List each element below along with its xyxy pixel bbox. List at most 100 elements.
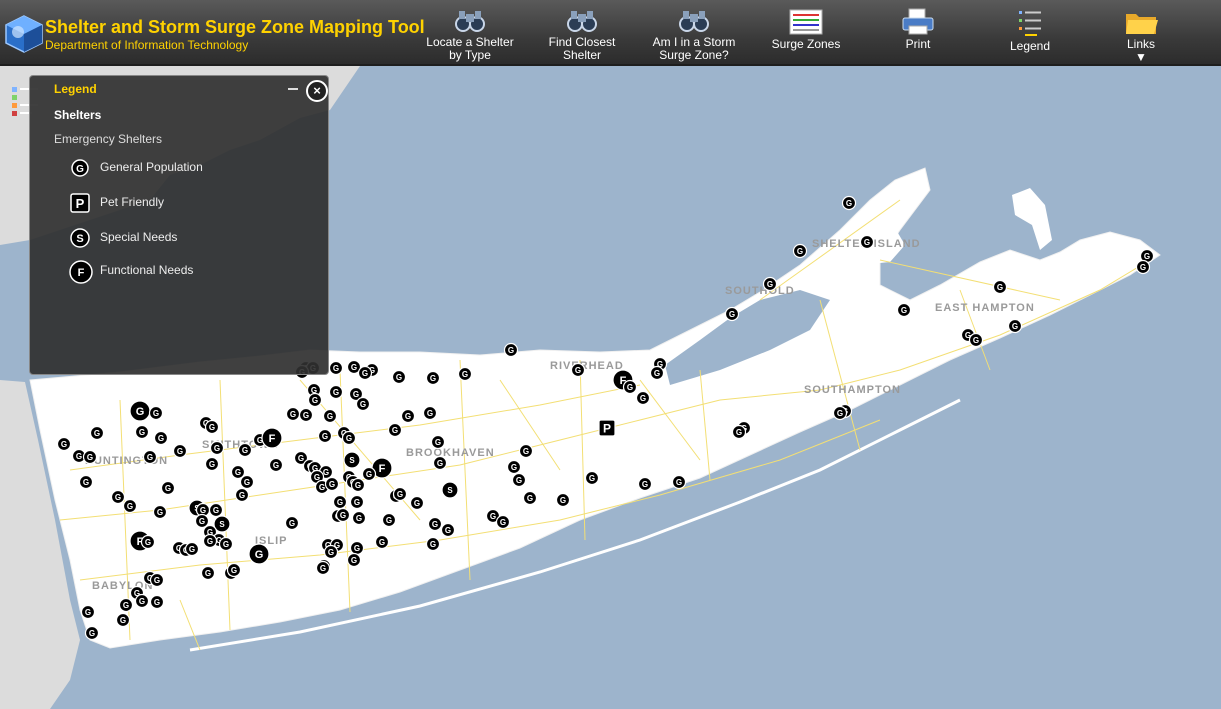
shelter-marker[interactable]: G: [341, 430, 357, 446]
shelter-marker[interactable]: G: [328, 360, 344, 376]
shelter-marker[interactable]: G: [209, 440, 225, 456]
links-dropdown-button[interactable]: Links ▼: [1106, 4, 1176, 64]
shelter-marker[interactable]: G: [425, 370, 441, 386]
locate-shelter-by-type-button[interactable]: Locate a Shelter by Type: [420, 4, 520, 62]
shelter-marker[interactable]: G: [202, 533, 218, 549]
shelter-marker[interactable]: G: [440, 522, 456, 538]
shelter-marker[interactable]: G: [841, 195, 857, 211]
shelter-marker[interactable]: G: [506, 459, 522, 475]
shelter-marker[interactable]: G: [284, 515, 300, 531]
shelter-marker[interactable]: G: [361, 466, 377, 482]
shelter-marker[interactable]: G: [381, 512, 397, 528]
shelter-marker[interactable]: G: [859, 234, 875, 250]
shelter-marker[interactable]: G: [351, 510, 367, 526]
shelter-marker[interactable]: G: [409, 495, 425, 511]
shelter-marker[interactable]: G: [432, 455, 448, 471]
shelter-marker[interactable]: G: [355, 396, 371, 412]
shelter-marker[interactable]: G: [140, 534, 156, 550]
shelter-marker[interactable]: G: [78, 474, 94, 490]
shelter-marker[interactable]: G: [237, 442, 253, 458]
shelter-marker[interactable]: G: [200, 565, 216, 581]
shelter-marker[interactable]: G: [322, 408, 338, 424]
shelter-marker[interactable]: G: [896, 302, 912, 318]
shelter-marker[interactable]: G: [84, 625, 100, 641]
shelter-marker[interactable]: G: [622, 379, 638, 395]
shelter-marker[interactable]: G: [129, 400, 151, 422]
shelter-marker[interactable]: G: [160, 480, 176, 496]
shelter-marker[interactable]: G: [495, 514, 511, 530]
shelter-marker[interactable]: G: [317, 428, 333, 444]
shelter-marker[interactable]: G: [122, 498, 138, 514]
shelter-marker[interactable]: G: [1007, 318, 1023, 334]
shelter-marker[interactable]: G: [968, 332, 984, 348]
shelter-marker[interactable]: G: [570, 362, 586, 378]
shelter-marker[interactable]: G: [1135, 259, 1151, 275]
shelter-marker[interactable]: G: [635, 390, 651, 406]
shelter-marker[interactable]: G: [110, 489, 126, 505]
shelter-marker[interactable]: G: [328, 384, 344, 400]
shelter-marker[interactable]: G: [349, 540, 365, 556]
shelter-marker[interactable]: G: [149, 572, 165, 588]
print-button[interactable]: Print: [880, 4, 956, 62]
shelter-marker[interactable]: G: [762, 276, 778, 292]
shelter-marker[interactable]: G: [503, 342, 519, 358]
shelter-marker[interactable]: G: [118, 597, 134, 613]
shelter-marker[interactable]: G: [335, 507, 351, 523]
shelter-marker[interactable]: G: [324, 476, 340, 492]
shelter-marker[interactable]: G: [208, 502, 224, 518]
shelter-marker[interactable]: G: [350, 477, 366, 493]
shelter-marker[interactable]: G: [148, 405, 164, 421]
shelter-marker[interactable]: G: [391, 369, 407, 385]
shelter-marker[interactable]: G: [555, 492, 571, 508]
shelter-marker[interactable]: G: [239, 474, 255, 490]
shelter-marker[interactable]: G: [315, 560, 331, 576]
shelter-marker[interactable]: G: [323, 544, 339, 560]
storm-surge-zone-check-button[interactable]: Am I in a Storm Surge Zone?: [644, 4, 744, 62]
shelter-marker[interactable]: G: [425, 536, 441, 552]
shelter-marker[interactable]: G: [374, 534, 390, 550]
shelter-marker[interactable]: G: [731, 424, 747, 440]
shelter-marker[interactable]: G: [357, 365, 373, 381]
surge-zones-button[interactable]: Surge Zones: [760, 4, 852, 62]
shelter-marker[interactable]: G: [134, 593, 150, 609]
shelter-marker[interactable]: G: [392, 486, 408, 502]
shelter-marker[interactable]: G: [522, 490, 538, 506]
shelter-marker[interactable]: G: [427, 516, 443, 532]
shelter-marker[interactable]: G: [307, 392, 323, 408]
find-closest-shelter-button[interactable]: Find Closest Shelter: [532, 4, 632, 62]
shelter-marker[interactable]: F: [261, 427, 283, 449]
shelter-marker[interactable]: S: [343, 451, 361, 469]
shelter-marker[interactable]: G: [349, 494, 365, 510]
shelter-marker[interactable]: G: [226, 562, 242, 578]
shelter-marker[interactable]: G: [724, 306, 740, 322]
shelter-marker[interactable]: G: [134, 424, 150, 440]
shelter-marker[interactable]: G: [511, 472, 527, 488]
shelter-marker[interactable]: G: [204, 419, 220, 435]
shelter-marker[interactable]: G: [152, 504, 168, 520]
shelter-marker[interactable]: S: [441, 481, 459, 499]
shelter-marker[interactable]: G: [184, 541, 200, 557]
shelter-marker[interactable]: G: [194, 513, 210, 529]
shelter-marker[interactable]: G: [285, 406, 301, 422]
shelter-marker[interactable]: P: [598, 419, 616, 437]
shelter-marker[interactable]: G: [430, 434, 446, 450]
shelter-marker[interactable]: G: [649, 365, 665, 381]
shelter-marker[interactable]: G: [422, 405, 438, 421]
legend-button[interactable]: Legend: [992, 4, 1068, 62]
shelter-marker[interactable]: G: [142, 449, 158, 465]
shelter-marker[interactable]: G: [792, 243, 808, 259]
shelter-marker[interactable]: G: [518, 443, 534, 459]
shelter-marker[interactable]: G: [992, 279, 1008, 295]
shelter-marker[interactable]: G: [268, 457, 284, 473]
shelter-marker[interactable]: G: [637, 476, 653, 492]
shelter-marker[interactable]: G: [172, 443, 188, 459]
shelter-marker[interactable]: G: [153, 430, 169, 446]
shelter-marker[interactable]: G: [387, 422, 403, 438]
shelter-marker[interactable]: G: [400, 408, 416, 424]
shelter-marker[interactable]: G: [248, 543, 270, 565]
shelter-marker[interactable]: G: [457, 366, 473, 382]
shelter-marker[interactable]: G: [82, 449, 98, 465]
shelter-marker[interactable]: G: [89, 425, 105, 441]
shelter-marker[interactable]: G: [346, 552, 362, 568]
shelter-marker[interactable]: G: [671, 474, 687, 490]
